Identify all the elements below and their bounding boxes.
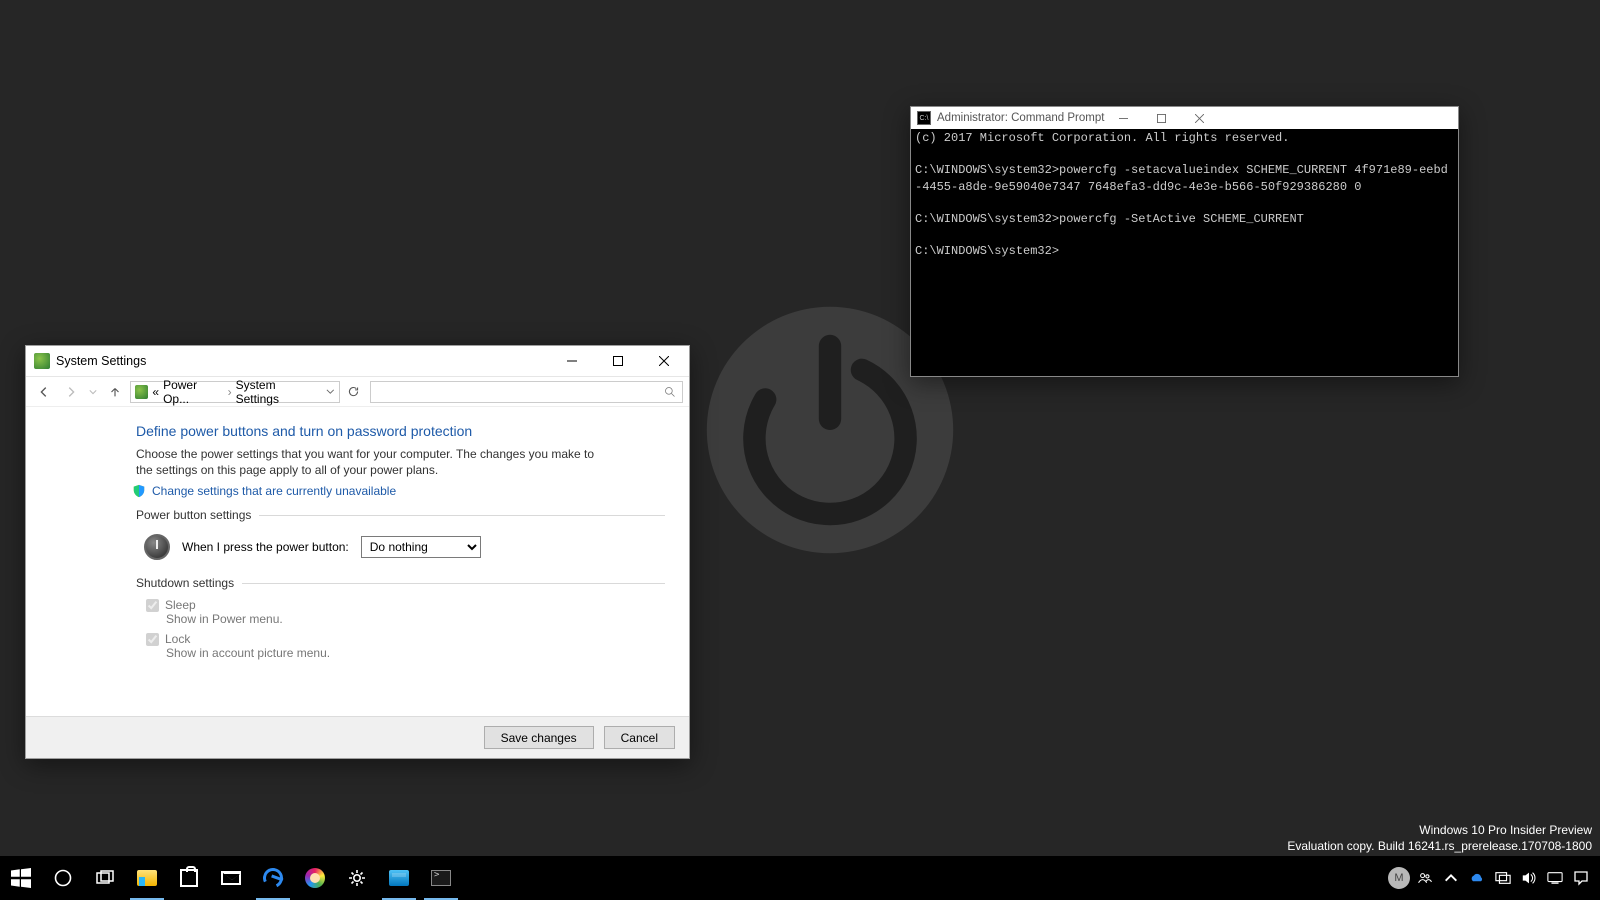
- store-icon: [180, 869, 198, 887]
- address-bar[interactable]: « Power Op... › System Settings: [130, 381, 340, 403]
- tray-people[interactable]: [1412, 856, 1438, 900]
- system-settings-titlebar[interactable]: System Settings: [26, 346, 689, 376]
- address-dropdown-icon[interactable]: [326, 387, 335, 396]
- uac-shield-icon: [132, 484, 146, 498]
- edge-icon: [260, 865, 286, 891]
- task-manager-icon: [389, 870, 409, 886]
- power-button-action-select[interactable]: Do nothing: [361, 536, 481, 558]
- power-button-settings-heading: Power button settings: [136, 508, 251, 522]
- sleep-checkbox[interactable]: [146, 599, 159, 612]
- breadcrumb-part2[interactable]: System Settings: [236, 378, 319, 406]
- show-desktop-button[interactable]: [1594, 856, 1600, 900]
- sleep-hint: Show in Power menu.: [166, 612, 665, 626]
- tray-user-avatar[interactable]: M: [1386, 856, 1412, 900]
- nav-recent-dropdown[interactable]: [86, 380, 100, 404]
- tray-action-center[interactable]: [1568, 856, 1594, 900]
- refresh-button[interactable]: [343, 382, 363, 402]
- taskbar-file-explorer[interactable]: [126, 856, 168, 900]
- system-tray: M: [1386, 856, 1600, 900]
- file-explorer-icon: [137, 870, 157, 886]
- tray-onedrive[interactable]: [1464, 856, 1490, 900]
- nav-forward-button[interactable]: [59, 380, 83, 404]
- watermark-line1: Windows 10 Pro Insider Preview: [1287, 822, 1592, 838]
- breadcrumb-part1[interactable]: Power Op...: [163, 378, 224, 406]
- breadcrumb-separator: ›: [228, 385, 232, 399]
- lock-checkbox[interactable]: [146, 633, 159, 646]
- system-settings-content: Define power buttons and turn on passwor…: [26, 406, 689, 716]
- avatar: M: [1388, 867, 1410, 889]
- taskbar-mail[interactable]: [210, 856, 252, 900]
- change-link-text: Change settings that are currently unava…: [152, 484, 396, 498]
- taskbar-taskmanager[interactable]: [378, 856, 420, 900]
- cancel-button[interactable]: Cancel: [604, 726, 675, 749]
- sleep-label: Sleep: [165, 598, 196, 612]
- cmd-close-button[interactable]: [1180, 107, 1218, 129]
- mail-icon: [221, 871, 241, 885]
- command-prompt-window: C:\ Administrator: Command Prompt (c) 20…: [910, 106, 1459, 377]
- paint-icon: [305, 868, 325, 888]
- search-box[interactable]: [370, 381, 683, 403]
- cmd-titlebar[interactable]: C:\ Administrator: Command Prompt: [911, 107, 1458, 129]
- shutdown-settings-heading: Shutdown settings: [136, 576, 234, 590]
- tray-network[interactable]: [1490, 856, 1516, 900]
- cmd-output-area[interactable]: (c) 2017 Microsoft Corporation. All righ…: [911, 129, 1458, 376]
- taskbar-paint[interactable]: [294, 856, 336, 900]
- page-heading: Define power buttons and turn on passwor…: [136, 423, 665, 439]
- command-prompt-icon: [431, 870, 451, 886]
- lock-hint: Show in account picture menu.: [166, 646, 665, 660]
- taskbar-settings[interactable]: [336, 856, 378, 900]
- cmd-icon: C:\: [917, 111, 931, 125]
- window-title: System Settings: [56, 354, 146, 368]
- windows-build-watermark: Windows 10 Pro Insider Preview Evaluatio…: [1287, 822, 1592, 854]
- nav-up-button[interactable]: [103, 380, 127, 404]
- power-button-icon: [144, 534, 170, 560]
- search-icon: [664, 386, 676, 398]
- minimize-button[interactable]: [549, 346, 595, 376]
- gear-icon: [347, 868, 367, 888]
- nav-back-button[interactable]: [32, 380, 56, 404]
- system-settings-window: System Settings « Power Op... › S: [25, 345, 690, 759]
- tray-input-indicator[interactable]: [1542, 856, 1568, 900]
- taskbar-edge[interactable]: [252, 856, 294, 900]
- dialog-footer: Save changes Cancel: [26, 716, 689, 758]
- maximize-button[interactable]: [595, 346, 641, 376]
- start-button[interactable]: [0, 856, 42, 900]
- lock-label: Lock: [165, 632, 190, 646]
- watermark-line2: Evaluation copy. Build 16241.rs_prerelea…: [1287, 838, 1592, 854]
- power-button-label: When I press the power button:: [182, 540, 349, 554]
- cmd-title: Administrator: Command Prompt: [937, 112, 1104, 124]
- cmd-maximize-button[interactable]: [1142, 107, 1180, 129]
- close-button[interactable]: [641, 346, 687, 376]
- task-view-button[interactable]: [84, 856, 126, 900]
- tray-overflow-chevron[interactable]: [1438, 856, 1464, 900]
- save-changes-button[interactable]: Save changes: [484, 726, 594, 749]
- power-options-icon: [135, 385, 148, 399]
- taskbar-store[interactable]: [168, 856, 210, 900]
- cmd-minimize-button[interactable]: [1104, 107, 1142, 129]
- explorer-nav-row: « Power Op... › System Settings: [26, 376, 689, 406]
- cortana-search-button[interactable]: [42, 856, 84, 900]
- taskbar: M: [0, 856, 1600, 900]
- page-description: Choose the power settings that you want …: [136, 446, 606, 478]
- taskbar-command-prompt[interactable]: [420, 856, 462, 900]
- breadcrumb-prefix: «: [152, 385, 159, 399]
- change-unavailable-settings-link[interactable]: Change settings that are currently unava…: [132, 484, 665, 498]
- tray-volume[interactable]: [1516, 856, 1542, 900]
- power-options-icon: [34, 353, 50, 369]
